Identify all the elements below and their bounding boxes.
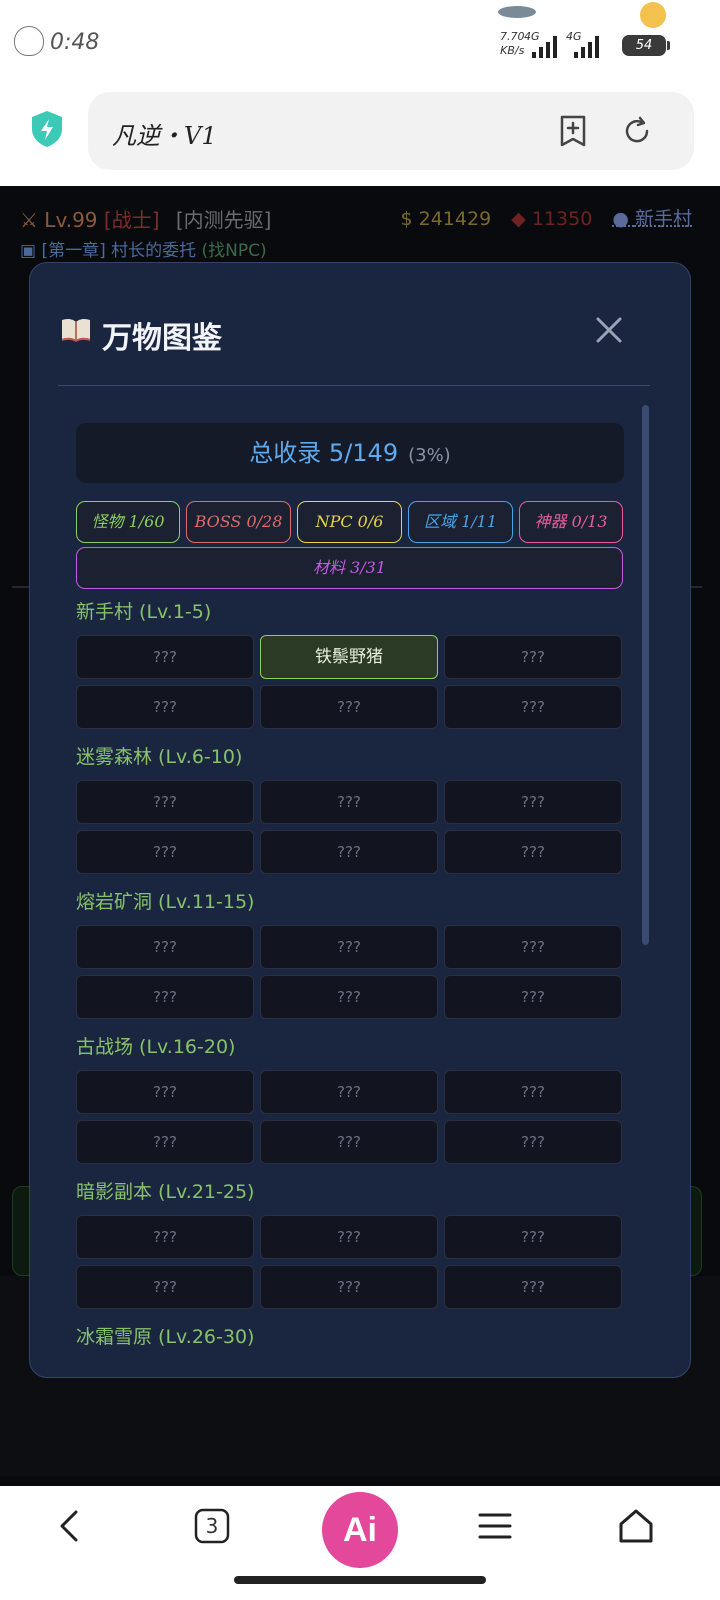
codex-entry-unknown[interactable]: ??? (76, 685, 254, 729)
refresh-icon[interactable] (620, 114, 654, 148)
codex-entry-unknown[interactable]: ??? (444, 635, 622, 679)
pet-sticker-icon (14, 26, 44, 56)
region-title: 熔岩矿洞 (Lv.11-15) (76, 891, 255, 913)
modal-title: 万物图鉴 (102, 321, 222, 356)
filter-boss[interactable]: BOSS 0/28 (186, 501, 291, 543)
codex-entry-unknown[interactable]: ??? (76, 1120, 254, 1164)
close-icon[interactable] (592, 313, 626, 347)
back-icon[interactable] (50, 1506, 90, 1546)
status-time: 0:48 (50, 30, 100, 55)
gold-count: $ 241429 (400, 208, 492, 230)
signal-strength-icon (574, 34, 599, 58)
status-bar: 0:48 7.70 KB/s 4G 4G 54 (0, 0, 720, 90)
codex-entry-unknown[interactable]: ??? (444, 1265, 622, 1309)
gem-count: ◆ 11350 (511, 208, 593, 230)
battery-level: 54 (622, 35, 670, 56)
codex-entry-unknown[interactable]: ??? (260, 1215, 438, 1259)
region-title: 新手村 (Lv.1-5) (76, 601, 212, 623)
money-bag-icon: $ (400, 208, 419, 230)
codex-entry-unknown[interactable]: ??? (76, 975, 254, 1019)
filter-artifact[interactable]: 神器 0/13 (519, 501, 623, 543)
codex-entry-unknown[interactable]: ??? (76, 925, 254, 969)
add-bookmark-icon[interactable] (556, 114, 590, 148)
ufo-sticker-icon (498, 6, 536, 18)
address-bar[interactable]: 凡逆・V1 (88, 92, 694, 170)
total-collection: 总收录 5/149 (3%) (76, 423, 624, 483)
codex-entry-unknown[interactable]: ??? (260, 1070, 438, 1114)
codex-entry-unknown[interactable]: ??? (260, 925, 438, 969)
codex-entry-unknown[interactable]: ??? (260, 1120, 438, 1164)
home-indicator[interactable] (234, 1576, 486, 1584)
codex-entry-unknown[interactable]: ??? (444, 1215, 622, 1259)
region-title: 暗影副本 (Lv.21-25) (76, 1181, 255, 1203)
filter-material[interactable]: 材料 3/31 (76, 547, 623, 589)
tabs-icon[interactable]: 3 (192, 1506, 232, 1546)
network-speed: 7.70 KB/s (500, 30, 525, 57)
menu-icon[interactable] (475, 1506, 515, 1546)
codex-modal: 万物图鉴 总收录 5/149 (3%) 怪物 1/60 BOSS 0/28 NPC… (29, 262, 691, 1378)
codex-entry-unknown[interactable]: ??? (260, 830, 438, 874)
home-icon[interactable] (616, 1506, 656, 1546)
codex-entry-unknown[interactable]: ??? (260, 685, 438, 729)
crossed-swords-icon: ⚔ (20, 208, 45, 232)
codex-entry-unknown[interactable]: ??? (260, 780, 438, 824)
pin-icon: ● (612, 208, 635, 230)
filter-region[interactable]: 区域 1/11 (408, 501, 513, 543)
browser-toolbar: 凡逆・V1 (0, 90, 720, 186)
filter-npc[interactable]: NPC 0/6 (297, 501, 402, 543)
resource-hud: $ 241429 ◆ 11350 ● 新手村 (400, 204, 692, 231)
codex-entry-unknown[interactable]: ??? (76, 780, 254, 824)
quest-tracker[interactable]: ▣ [第一章] 村长的委托 (找NPC) (20, 236, 267, 261)
codex-entry-unknown[interactable]: ??? (444, 830, 622, 874)
region-title: 古战场 (Lv.16-20) (76, 1036, 236, 1058)
codex-entry-unknown[interactable]: ??? (76, 1070, 254, 1114)
codex-entry-unknown[interactable]: ??? (260, 975, 438, 1019)
page-title: 凡逆・V1 (112, 122, 217, 150)
codex-entry-unknown[interactable]: ??? (444, 685, 622, 729)
player-hud: ⚔ Lv.99 [战士] [内测先驱] (20, 208, 272, 232)
codex-entry-unknown[interactable]: ??? (76, 1265, 254, 1309)
shield-bolt-icon[interactable] (30, 110, 64, 148)
region-title: 迷雾森林 (Lv.6-10) (76, 746, 243, 768)
filter-monster[interactable]: 怪物 1/60 (76, 501, 180, 543)
bottom-navigation: 3 Ai (0, 1486, 720, 1600)
modal-header: 万物图鉴 (30, 263, 690, 387)
region-title: 冰霜雪原 (Lv.26-30) (76, 1326, 255, 1348)
codex-entry-unknown[interactable]: ??? (444, 925, 622, 969)
ai-assistant-button[interactable]: Ai (322, 1492, 398, 1568)
codex-entry-unknown[interactable]: ??? (76, 635, 254, 679)
header-divider (58, 385, 650, 386)
codex-entry-unknown[interactable]: ??? (76, 1215, 254, 1259)
codex-entry-unknown[interactable]: ??? (444, 975, 622, 1019)
signal-strength-icon (532, 34, 557, 58)
codex-entry-unknown[interactable]: ??? (444, 1120, 622, 1164)
location-link[interactable]: ● 新手村 (612, 208, 692, 230)
codex-entry-unknown[interactable]: ??? (260, 1265, 438, 1309)
dog-sticker-icon (640, 2, 666, 28)
codex-entry-unknown[interactable]: ??? (76, 830, 254, 874)
scroll-icon: ▣ (20, 241, 42, 261)
codex-entry-discovered[interactable]: 铁鬃野猪 (260, 635, 438, 679)
scrollbar[interactable] (642, 405, 649, 945)
codex-entry-unknown[interactable]: ??? (444, 1070, 622, 1114)
tab-count: 3 (205, 1514, 219, 1538)
gem-icon: ◆ (511, 208, 532, 230)
codex-content[interactable]: 总收录 5/149 (3%) 怪物 1/60 BOSS 0/28 NPC 0/6 … (76, 403, 636, 1353)
codex-entry-unknown[interactable]: ??? (444, 780, 622, 824)
